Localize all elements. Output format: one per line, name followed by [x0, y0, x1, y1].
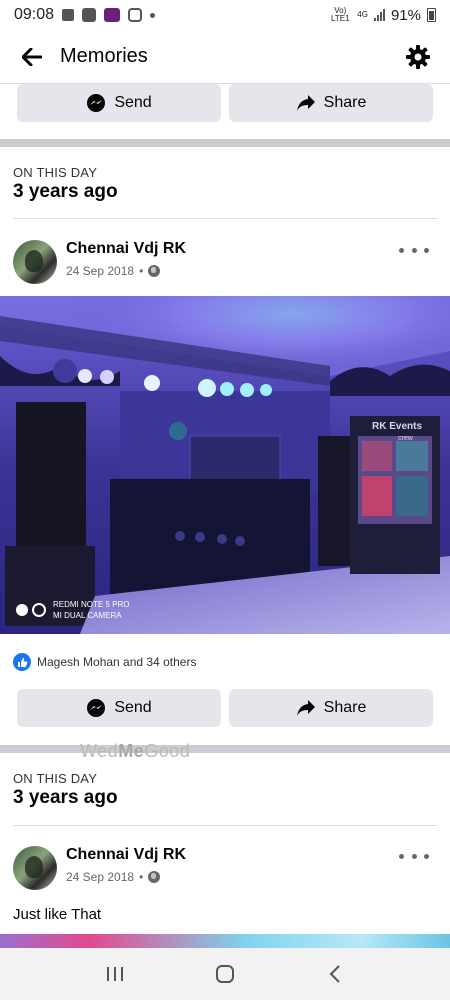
send-button[interactable]: Send [17, 84, 221, 122]
watermark-part2: Me [118, 741, 145, 761]
previous-post-actions: Send Share [17, 84, 433, 122]
gear-icon [406, 44, 430, 69]
banner-title: RK Events [372, 421, 422, 432]
battery-icon [427, 8, 436, 22]
arrow-left-icon [22, 47, 42, 66]
send-label: Send [114, 94, 152, 111]
more-options-button[interactable] [399, 240, 429, 260]
like-icon [13, 653, 31, 671]
section-divider [0, 139, 450, 147]
share-button[interactable]: Share [229, 689, 433, 727]
instagram-icon [128, 8, 143, 22]
share-button[interactable]: Share [229, 84, 433, 122]
system-nav-bar [0, 948, 450, 1000]
memory-label: ON THIS DAY [13, 165, 98, 180]
network-type: 4G [357, 10, 368, 19]
globe-icon [148, 871, 161, 883]
share-arrow-icon [296, 95, 315, 111]
dot-icon [399, 247, 404, 253]
dot-icon [424, 853, 429, 859]
camera-watermark-line1: REDMI NOTE 5 PRO [53, 600, 129, 609]
post-meta: 24 Sep 2018 • [66, 870, 161, 884]
dot-icon [411, 853, 417, 859]
back-nav-button[interactable] [315, 954, 355, 994]
banner-subtitle: crew [398, 435, 414, 442]
memory-years: 3 years ago [13, 787, 118, 808]
section-divider [0, 745, 450, 753]
dot-icon [424, 247, 429, 253]
reactions-text: Magesh Mohan and 34 others [37, 655, 197, 669]
home-button[interactable] [205, 954, 245, 994]
page-title: Memories [60, 45, 148, 67]
status-bar: 09:08 Vo) LTE1 4G 91% [0, 0, 450, 30]
share-label: Share [323, 699, 367, 716]
volte-indicator: Vo) LTE1 [331, 6, 350, 23]
post-text: Just like That [13, 906, 102, 923]
settings-button[interactable] [400, 39, 436, 75]
camera-watermark-line2: MI DUAL CAMERA [53, 611, 122, 620]
share-arrow-icon [296, 700, 315, 716]
notification-app-icon [82, 8, 97, 22]
share-label: Share [323, 94, 367, 111]
send-label: Send [114, 699, 152, 716]
separator [13, 218, 437, 219]
avatar[interactable] [13, 240, 57, 284]
dot-icon [411, 247, 417, 253]
recent-apps-icon [107, 967, 123, 981]
post-meta: 24 Sep 2018 • [66, 264, 161, 278]
more-options-button[interactable] [399, 846, 429, 866]
post-actions: Send Share [17, 689, 433, 727]
meta-separator: • [139, 870, 144, 884]
messenger-icon [87, 699, 106, 717]
post-header: Chennai Vdj RK 24 Sep 2018 • [13, 846, 437, 892]
post-date[interactable]: 24 Sep 2018 [66, 870, 134, 884]
battery-percent: 91% [390, 6, 421, 24]
dot-icon [399, 853, 404, 859]
memory-label: ON THIS DAY [13, 771, 98, 786]
send-button[interactable]: Send [17, 689, 221, 727]
post-photo[interactable]: RK Events crew REDMI NOTE 5 PRO MI DUAL … [0, 296, 450, 634]
post-author[interactable]: Chennai Vdj RK [66, 240, 186, 258]
dj-setup-photo: RK Events crew REDMI NOTE 5 PRO MI DUAL … [0, 296, 450, 634]
back-button[interactable] [14, 39, 50, 75]
watermark-part1: Wed [80, 741, 119, 761]
watermark-part3: Good [144, 741, 191, 761]
wedmegood-watermark: WedMeGood [80, 741, 190, 762]
post-photo-preview[interactable] [0, 934, 450, 948]
memory-years: 3 years ago [13, 181, 118, 202]
post-author[interactable]: Chennai Vdj RK [66, 846, 186, 864]
globe-icon [148, 265, 161, 277]
shopping-bag-icon [62, 9, 75, 21]
meta-separator: • [139, 264, 144, 278]
app-header: Memories [0, 30, 450, 84]
recent-apps-button[interactable] [95, 954, 135, 994]
reactions-row[interactable]: Magesh Mohan and 34 others [13, 653, 196, 671]
post-date[interactable]: 24 Sep 2018 [66, 264, 134, 278]
chevron-left-icon [329, 965, 340, 983]
post-header: Chennai Vdj RK 24 Sep 2018 • [13, 240, 437, 286]
home-icon [216, 965, 234, 983]
status-time: 09:08 [14, 6, 55, 23]
more-notifications-dot-icon [150, 12, 156, 18]
signal-icon [373, 9, 385, 21]
separator [13, 825, 437, 826]
messenger-icon [87, 94, 106, 112]
avatar[interactable] [13, 846, 57, 890]
yono-sbi-icon [104, 8, 121, 22]
